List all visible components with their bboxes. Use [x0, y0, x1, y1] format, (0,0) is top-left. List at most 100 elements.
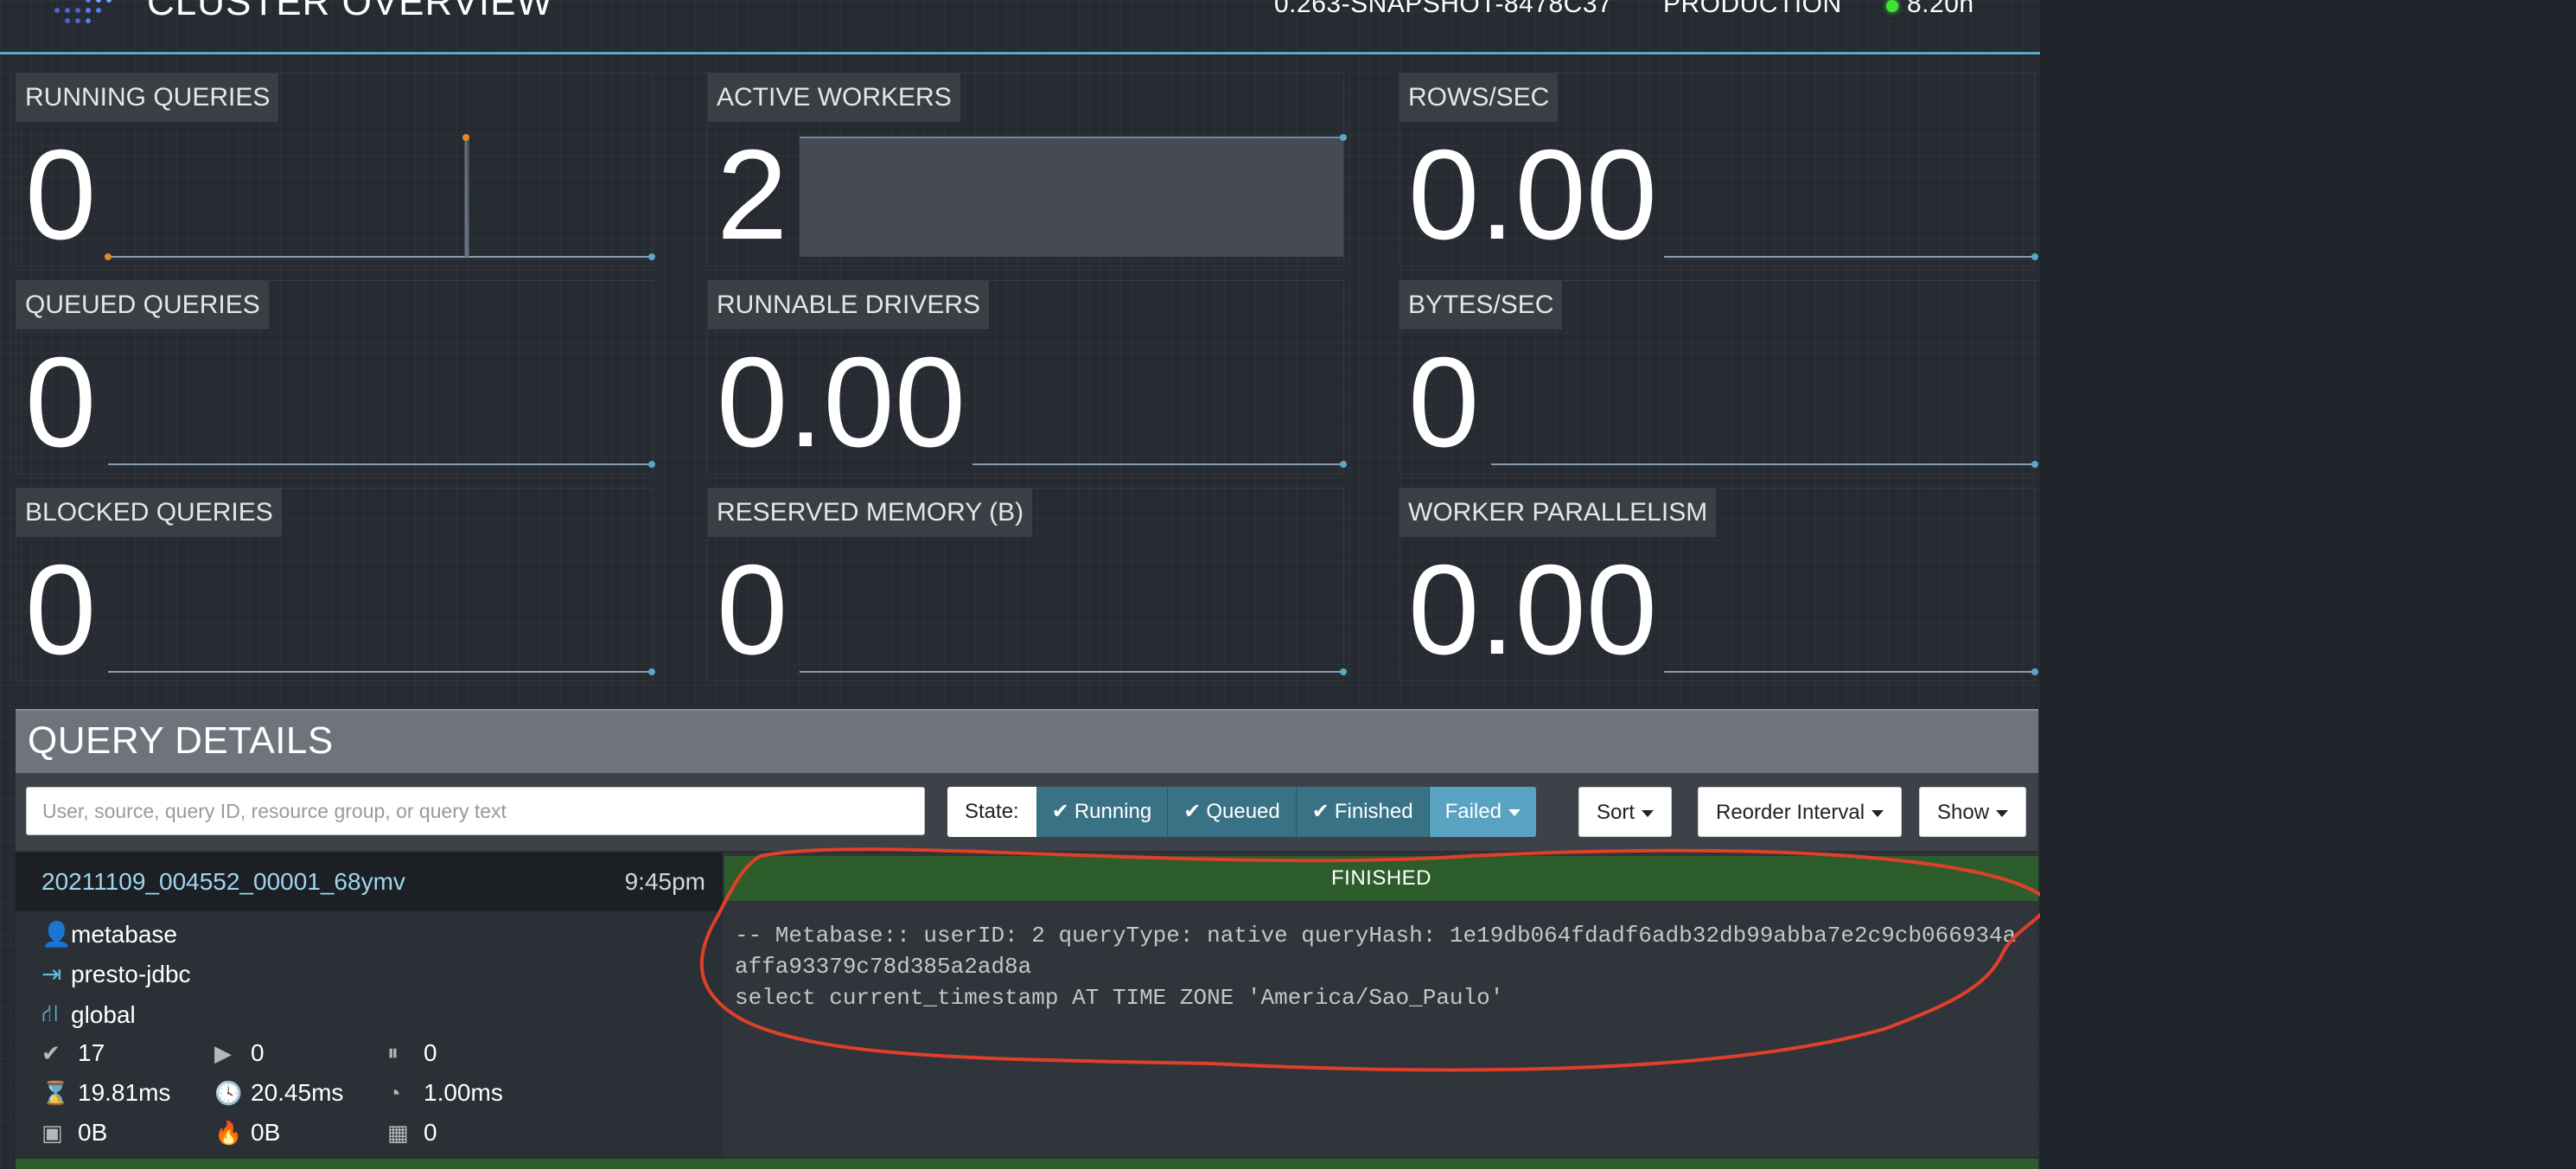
- worker-parallelism-value: 0.00: [1408, 539, 1658, 681]
- queued-queries-label: QUEUED QUERIES: [16, 281, 269, 329]
- bar-chart-icon: ▦: [387, 1119, 409, 1146]
- blocked-queries-value: 0: [25, 539, 97, 681]
- query-text-panel: FINISHED -- Metabase:: userID: 2 queryTy…: [724, 853, 2038, 1157]
- running-splits: ▶ 0: [214, 1039, 265, 1067]
- state-filter-failed-label: Failed: [1444, 800, 1502, 823]
- query-details-header: QUERY DETAILS: [16, 709, 2038, 775]
- state-filter-label: State:: [947, 787, 1036, 837]
- running-queries-label: RUNNING QUERIES: [16, 73, 279, 122]
- query-id-link[interactable]: 20211109_004552_00001_68ymv: [41, 868, 405, 896]
- blocked-queries-label: BLOCKED QUERIES: [16, 489, 282, 537]
- caret-down-icon: [1871, 809, 1884, 817]
- presto-logo-icon: [54, 0, 112, 23]
- runnable-drivers-card: RUNNABLE DRIVERS 0.00: [707, 280, 1347, 474]
- fire-icon: 🔥: [214, 1119, 243, 1146]
- caret-down-icon: [1508, 808, 1521, 816]
- bytes-sec-value: 0: [1408, 331, 1480, 474]
- peak-memory-value: 0B: [251, 1119, 281, 1146]
- uptime-label: 8.20h: [1907, 0, 1974, 18]
- hourglass-icon: ⌛: [41, 1079, 70, 1106]
- wall-time: ⌛ 19.81ms: [41, 1079, 170, 1107]
- running-queries-value: 0: [25, 124, 97, 266]
- right-empty-panel: [2040, 0, 2576, 1169]
- bytes-sec-card: BYTES/SEC 0: [1399, 280, 2038, 474]
- completed-splits-value: 17: [78, 1039, 105, 1066]
- cpu-time: ◔ 1.00ms: [387, 1079, 503, 1107]
- next-query-row: [16, 1159, 2038, 1169]
- caret-down-icon: [1996, 809, 2009, 817]
- state-filter-finished-label: Finished: [1334, 800, 1413, 823]
- reorder-interval-dropdown[interactable]: Reorder Interval: [1698, 787, 1903, 837]
- check-icon: ✔: [1311, 800, 1329, 823]
- cumulative-memory-value: 0: [424, 1119, 437, 1146]
- query-summary-panel: 20211109_004552_00001_68ymv 9:45pm 👤 met…: [16, 853, 723, 1157]
- active-workers-value: 2: [717, 124, 788, 266]
- state-filter-failed-dropdown[interactable]: Failed: [1429, 787, 1536, 837]
- version-label: 0.263-SNAPSHOT-8478C37: [1274, 0, 1613, 18]
- reserved-memory-value: 0: [717, 539, 788, 681]
- peak-memory: 🔥 0B: [214, 1119, 280, 1147]
- blocked-splits: ⏸ 0: [387, 1039, 437, 1067]
- environment-label: PRODUCTION: [1663, 0, 1842, 18]
- blocked-queries-card: BLOCKED QUERIES 0: [16, 488, 655, 681]
- sort-label: Sort: [1597, 801, 1636, 824]
- active-workers-label: ACTIVE WORKERS: [708, 73, 960, 122]
- query-search-input[interactable]: [26, 787, 925, 835]
- sort-dropdown[interactable]: Sort: [1578, 787, 1673, 837]
- show-label: Show: [1937, 801, 1990, 824]
- check-icon: ✔: [1183, 800, 1202, 823]
- blocked-splits-value: 0: [424, 1039, 437, 1066]
- running-splits-value: 0: [251, 1039, 265, 1066]
- page-header: CLUSTER OVERVIEW 0.263-SNAPSHOT-8478C37 …: [0, 0, 2040, 54]
- state-filter-running-label: Running: [1074, 800, 1152, 823]
- query-sql-text: -- Metabase:: userID: 2 queryType: nativ…: [735, 920, 2031, 1013]
- state-filter-queued-button[interactable]: ✔ Queued: [1168, 787, 1297, 837]
- query-user-value: metabase: [71, 920, 177, 948]
- caret-down-icon: [1642, 809, 1655, 817]
- rows-sec-label: ROWS/SEC: [1400, 73, 1559, 122]
- check-icon: ✔: [1051, 800, 1069, 823]
- rows-sec-value: 0.00: [1408, 124, 1658, 266]
- worker-parallelism-label: WORKER PARALLELISM: [1400, 489, 1717, 537]
- runnable-drivers-value: 0.00: [717, 331, 966, 474]
- query-filter-bar: State: ✔Running ✔Queued ✔Finished Failed…: [16, 773, 2038, 851]
- cpu-time-value: 1.00ms: [424, 1079, 503, 1106]
- query-sql-line: select current_timestamp AT TIME ZONE 'A…: [735, 985, 1504, 1011]
- query-resource-group: ⛙ global: [41, 1000, 136, 1031]
- status-indicator-icon: [1886, 0, 1898, 12]
- state-filter-finished-button[interactable]: ✔ Finished: [1296, 787, 1430, 837]
- query-source-value: presto-jdbc: [71, 960, 191, 987]
- current-memory-value: 0B: [78, 1119, 108, 1146]
- checkmark-icon: ✔: [41, 1039, 61, 1066]
- query-state-bar: FINISHED: [724, 856, 2038, 901]
- state-filter-group: State: ✔ Running ✔ Queued ✔ Finished Failed: [947, 787, 1536, 837]
- bytes-sec-label: BYTES/SEC: [1400, 281, 1563, 329]
- clock-icon: 🕓: [214, 1079, 243, 1106]
- query-sql-line: -- Metabase:: userID: 2 queryType: nativ…: [735, 923, 2017, 949]
- completed-splits: ✔ 17: [41, 1039, 105, 1067]
- query-details-title: QUERY DETAILS: [28, 719, 334, 762]
- state-filter-running-button[interactable]: ✔ Running: [1036, 787, 1169, 837]
- wall-time-value: 19.81ms: [78, 1079, 171, 1106]
- current-memory: ▣ 0B: [41, 1119, 107, 1147]
- query-time: 9:45pm: [624, 868, 705, 895]
- runnable-drivers-label: RUNNABLE DRIVERS: [708, 281, 990, 329]
- dashboard-icon: ◔: [387, 1079, 401, 1106]
- cluster-overview-page: CLUSTER OVERVIEW 0.263-SNAPSHOT-8478C37 …: [0, 0, 2050, 1169]
- reserved-memory-label: RESERVED MEMORY (B): [708, 489, 1033, 537]
- query-sql-line: affa93379c78d385a2ad8a: [735, 954, 1032, 980]
- elapsed-time: 🕓 20.45ms: [214, 1079, 343, 1107]
- login-icon: ⇥: [41, 961, 62, 987]
- active-workers-card: ACTIVE WORKERS 2: [707, 73, 1347, 266]
- query-row: 20211109_004552_00001_68ymv 9:45pm 👤 met…: [16, 853, 2038, 1157]
- query-user: 👤 metabase: [41, 920, 177, 949]
- rows-sec-card: ROWS/SEC 0.00: [1399, 73, 2038, 266]
- queued-queries-card: QUEUED QUERIES 0: [16, 280, 655, 474]
- pause-icon: ⏸: [387, 1039, 399, 1065]
- show-dropdown[interactable]: Show: [1919, 787, 2027, 837]
- query-id-bar: 20211109_004552_00001_68ymv 9:45pm: [16, 853, 723, 911]
- query-source: ⇥ presto-jdbc: [41, 960, 191, 988]
- user-icon: 👤: [41, 921, 72, 948]
- page-title: CLUSTER OVERVIEW: [147, 0, 553, 23]
- queued-queries-value: 0: [25, 331, 97, 474]
